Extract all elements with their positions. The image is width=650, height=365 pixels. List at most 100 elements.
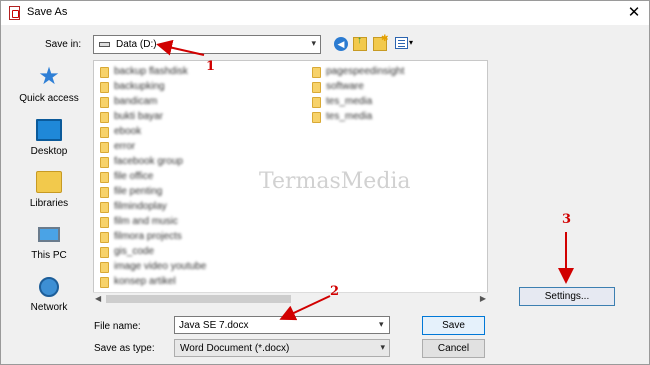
places-bar: ★ Quick access Desktop Libraries This PC…: [9, 60, 89, 328]
file-name: tes_media: [326, 111, 373, 122]
file-name: bandicam: [114, 96, 158, 107]
place-label: This PC: [31, 250, 67, 261]
save-as-dialog: Save As ✕ Save in: Data (D:) ▾ ◀ ↑ ✱ ▾ ★…: [0, 0, 650, 365]
file-name: image video youtube: [114, 261, 207, 272]
folder-icon: [100, 262, 109, 273]
save-in-dropdown[interactable]: Data (D:) ▾: [93, 35, 321, 54]
folder-icon: [312, 112, 321, 123]
folder-icon: [100, 142, 109, 153]
views-menu-icon[interactable]: [395, 37, 408, 49]
chevron-down-icon: ▾: [311, 38, 316, 48]
scrollbar-thumb[interactable]: [106, 295, 291, 303]
this-pc-icon: [38, 227, 60, 242]
save-as-type-dropdown[interactable]: Word Document (*.docx) ▾: [174, 339, 390, 357]
save-in-label: Save in:: [45, 39, 82, 50]
list-item[interactable]: ebook: [100, 125, 300, 139]
file-name: pagespeedinsight: [326, 66, 405, 77]
folder-icon: [100, 82, 109, 93]
list-item[interactable]: software: [312, 80, 482, 94]
drive-icon: [99, 42, 110, 47]
watermark: TermasMedia: [259, 169, 411, 194]
quick-access-icon: ★: [38, 63, 60, 90]
place-label: Libraries: [29, 198, 69, 209]
list-item[interactable]: bukti bayar: [100, 110, 300, 124]
title-bar: Save As ✕: [1, 1, 649, 25]
list-item[interactable]: gis_code: [100, 245, 300, 259]
chevron-down-icon: ▾: [380, 342, 385, 352]
file-name: gis_code: [114, 246, 155, 257]
list-item[interactable]: tes_media: [312, 95, 482, 109]
file-name: backupking: [114, 81, 165, 92]
place-label: Network: [30, 302, 68, 313]
place-label: Desktop: [30, 146, 68, 157]
list-item[interactable]: facebook group: [100, 155, 300, 169]
folder-icon: [100, 157, 109, 168]
place-this-pc[interactable]: This PC: [9, 217, 89, 269]
list-item[interactable]: backup flashdisk: [100, 65, 300, 79]
folder-icon: [100, 217, 109, 228]
file-name-label: File name:: [94, 321, 141, 332]
file-name-field[interactable]: [174, 316, 390, 334]
file-name: tes_media: [326, 96, 373, 107]
pdf-app-icon: [9, 6, 20, 20]
file-name: film and music: [114, 216, 178, 227]
file-name: backup flashdisk: [114, 66, 188, 77]
folder-icon: [100, 127, 109, 138]
folder-icon: [100, 67, 109, 78]
folder-icon: [100, 172, 109, 183]
file-name: konsep artikel: [114, 276, 176, 287]
folder-icon: [100, 187, 109, 198]
file-name: software: [326, 81, 364, 92]
folder-icon: [100, 202, 109, 213]
list-item[interactable]: tes_media: [312, 110, 482, 124]
annotation-number-2: 2: [330, 284, 340, 299]
folder-icon: [100, 277, 109, 288]
folder-icon: [100, 247, 109, 258]
file-name: filmora projects: [114, 231, 182, 242]
list-item[interactable]: film and music: [100, 215, 300, 229]
file-name: filmindoplay: [114, 201, 167, 212]
horizontal-scrollbar[interactable]: ◀ ▶: [93, 292, 488, 304]
place-libraries[interactable]: Libraries: [9, 165, 89, 217]
place-desktop[interactable]: Desktop: [9, 113, 89, 165]
list-item[interactable]: pagespeedinsight: [312, 65, 482, 79]
folder-icon: [312, 97, 321, 108]
annotation-number-3: 3: [562, 212, 572, 227]
views-dropdown-arrow-icon[interactable]: ▾: [409, 38, 413, 47]
back-icon[interactable]: ◀: [334, 37, 348, 51]
list-item[interactable]: filmindoplay: [100, 200, 300, 214]
chevron-down-icon[interactable]: ▾: [379, 319, 384, 330]
file-name: file office: [114, 171, 154, 182]
window-title: Save As: [27, 6, 68, 18]
place-network[interactable]: Network: [9, 269, 89, 321]
list-item[interactable]: filmora projects: [100, 230, 300, 244]
save-button[interactable]: Save: [422, 316, 485, 335]
list-item[interactable]: bandicam: [100, 95, 300, 109]
save-as-type-label: Save as type:: [94, 343, 155, 354]
file-name: facebook group: [114, 156, 183, 167]
folder-icon: [312, 82, 321, 93]
close-button[interactable]: ✕: [623, 3, 645, 22]
file-name: error: [114, 141, 136, 152]
libraries-icon: [36, 171, 62, 193]
desktop-icon: [36, 119, 62, 141]
file-name: ebook: [114, 126, 142, 137]
list-item[interactable]: error: [100, 140, 300, 154]
list-item[interactable]: image video youtube: [100, 260, 300, 274]
list-item[interactable]: backupking: [100, 80, 300, 94]
save-as-type-value: Word Document (*.docx): [180, 343, 290, 354]
settings-button[interactable]: Settings...: [519, 287, 615, 306]
file-name: bukti bayar: [114, 111, 163, 122]
folder-icon: [100, 232, 109, 243]
save-in-value: Data (D:): [116, 39, 157, 50]
place-label: Quick access: [19, 93, 79, 104]
scroll-right-icon[interactable]: ▶: [480, 294, 486, 303]
file-name: file penting: [114, 186, 163, 197]
scroll-left-icon[interactable]: ◀: [95, 294, 101, 303]
cancel-button[interactable]: Cancel: [422, 339, 485, 358]
new-folder-icon[interactable]: ✱: [373, 33, 389, 51]
list-item[interactable]: konsep artikel: [100, 275, 300, 289]
network-icon: [39, 277, 59, 297]
place-quick-access[interactable]: ★ Quick access: [9, 60, 89, 112]
up-folder-icon[interactable]: ↑: [353, 35, 367, 51]
